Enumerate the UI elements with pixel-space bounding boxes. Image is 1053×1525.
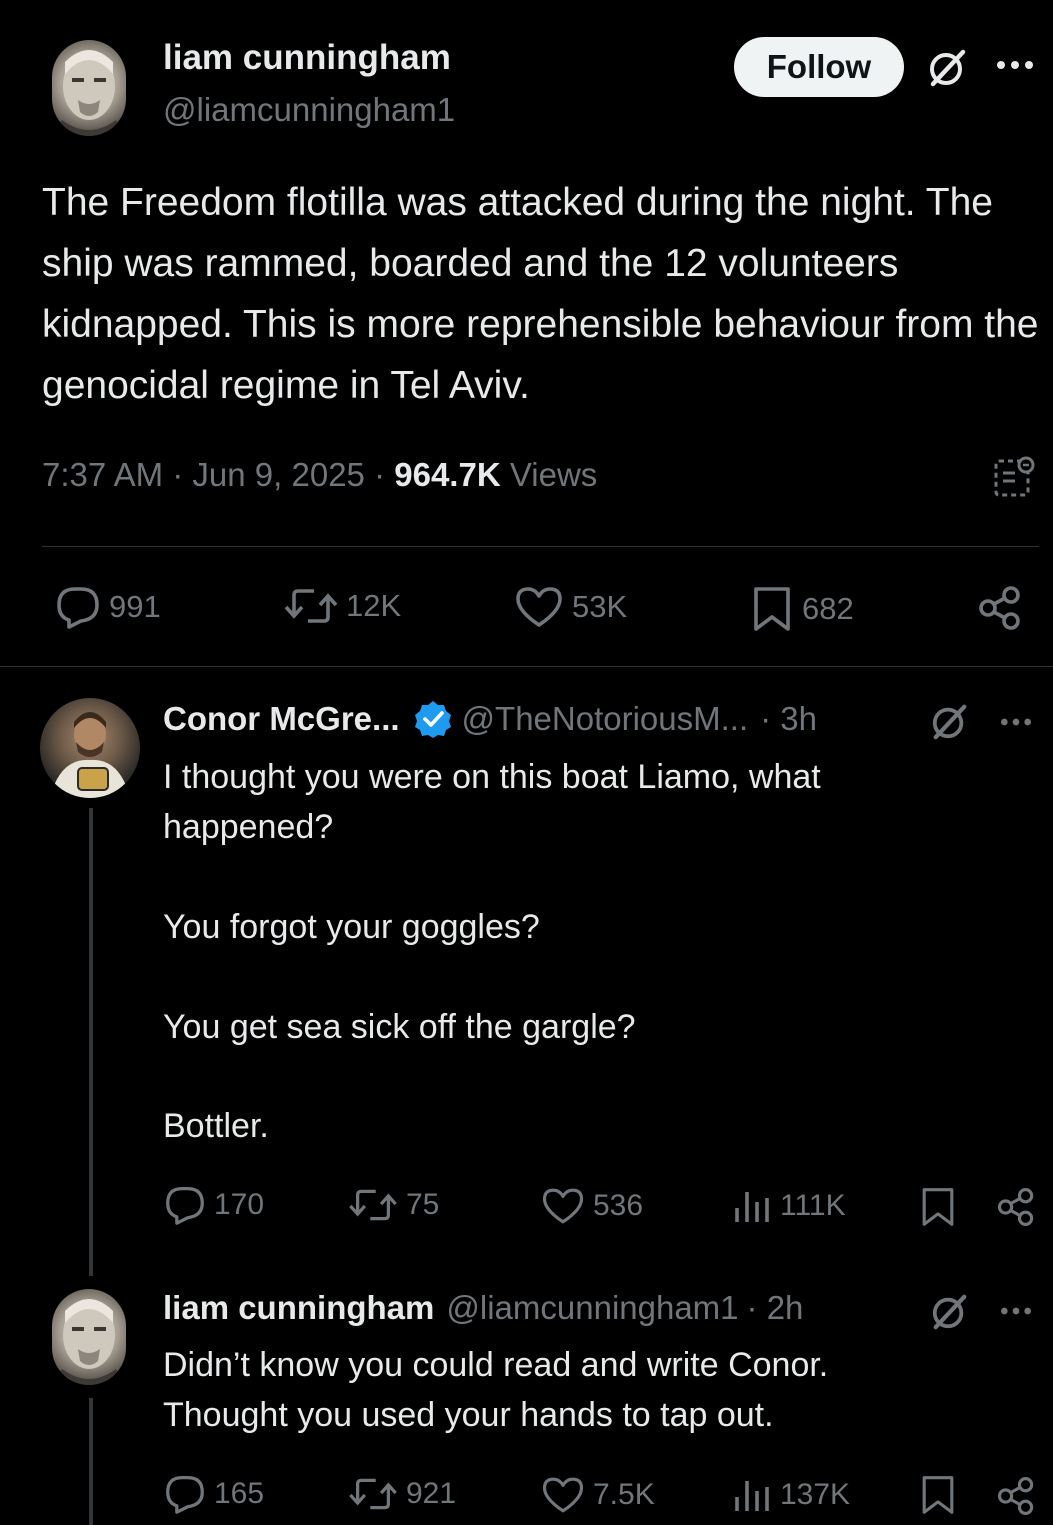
- more-icon[interactable]: [997, 1297, 1035, 1325]
- thread-line: [89, 808, 93, 1276]
- tweet-page: liam cunningham @liamcunningham1 Follow …: [0, 0, 1053, 1525]
- reply-text: I thought you were on this boat Liamo, w…: [163, 752, 923, 852]
- tweet-date[interactable]: Jun 9, 2025: [192, 456, 364, 493]
- bookmark-button[interactable]: 682: [750, 585, 854, 633]
- views-icon: [735, 1192, 769, 1222]
- reply-text: You get sea sick off the gargle?: [163, 1002, 1023, 1052]
- share-icon: [997, 1188, 1034, 1226]
- share-button[interactable]: [994, 1186, 1038, 1228]
- heart-icon: [542, 1188, 584, 1224]
- reply-author-name[interactable]: Conor McGre...: [163, 700, 400, 738]
- reply-line: You forgot your goggles?: [163, 908, 540, 946]
- reply-button[interactable]: 170: [164, 1185, 264, 1225]
- heart-icon: [516, 587, 562, 627]
- reply-text: You forgot your goggles?: [163, 902, 1023, 952]
- like-button[interactable]: 7.5K: [541, 1475, 655, 1515]
- repost-button[interactable]: 921: [348, 1475, 456, 1513]
- reply-icon: [166, 1476, 204, 1514]
- reply-header: Conor McGre... @TheNotoriousM... · 3h: [163, 700, 817, 738]
- reply-time[interactable]: · 2h: [747, 1289, 804, 1327]
- like-count: 536: [593, 1189, 644, 1222]
- reply-line: You get sea sick off the gargle?: [163, 1008, 636, 1046]
- author-handle[interactable]: @liamcunningham1: [163, 91, 455, 129]
- heart-icon: [542, 1477, 584, 1513]
- reply-author-handle[interactable]: @liamcunningham1: [446, 1289, 738, 1327]
- repost-icon: [284, 589, 338, 623]
- share-icon: [997, 1477, 1034, 1515]
- author-name[interactable]: liam cunningham: [163, 38, 451, 78]
- share-button[interactable]: [976, 585, 1024, 631]
- grok-icon[interactable]: [926, 1292, 972, 1332]
- avatar[interactable]: [52, 40, 126, 136]
- more-icon[interactable]: [995, 50, 1035, 80]
- repost-button[interactable]: 12K: [284, 585, 401, 627]
- reply-text: Bottler.: [163, 1101, 1023, 1151]
- reply-header: liam cunningham @liamcunningham1 · 2h: [163, 1289, 803, 1327]
- repost-count: 921: [406, 1477, 457, 1510]
- share-icon: [979, 586, 1020, 630]
- thread-line: [89, 1398, 93, 1525]
- repost-icon: [349, 1478, 397, 1510]
- reply-button[interactable]: 991: [55, 585, 161, 629]
- views-count: 111K: [780, 1189, 846, 1222]
- like-count: 53K: [572, 589, 628, 624]
- verified-badge-icon: [414, 700, 452, 738]
- repost-count: 75: [406, 1188, 440, 1221]
- tweet-meta: 7:37 AM · Jun 9, 2025 · 964.7K Views: [42, 456, 597, 494]
- reply-icon: [166, 1187, 204, 1225]
- reply-text: Didn’t know you could read and write Con…: [163, 1340, 953, 1440]
- like-count: 7.5K: [593, 1478, 655, 1511]
- views-count: 137K: [780, 1478, 851, 1511]
- bookmark-count: 682: [802, 591, 854, 626]
- avatar[interactable]: [52, 1289, 126, 1385]
- reply-count: 170: [214, 1188, 265, 1221]
- views-count: 964.7K: [394, 456, 501, 493]
- views-button[interactable]: 137K: [732, 1475, 850, 1515]
- tweet-text: The Freedom flotilla was attacked during…: [42, 181, 1039, 407]
- follow-button[interactable]: Follow: [734, 37, 904, 97]
- reply-author-handle[interactable]: @TheNotoriousM...: [462, 700, 749, 738]
- reply-author-name[interactable]: liam cunningham: [163, 1289, 434, 1327]
- repost-count: 12K: [346, 588, 402, 623]
- repost-button[interactable]: 75: [348, 1186, 439, 1224]
- views-label: Views: [509, 456, 598, 493]
- reply-icon: [57, 587, 99, 629]
- repost-icon: [349, 1189, 397, 1221]
- divider: [0, 666, 1053, 667]
- community-notes-icon[interactable]: [992, 454, 1038, 500]
- reply-count: 165: [214, 1477, 265, 1510]
- separator: ·: [374, 456, 395, 493]
- bookmark-button[interactable]: [918, 1184, 958, 1230]
- views-button[interactable]: 111K: [732, 1186, 846, 1226]
- reply-button[interactable]: 165: [164, 1474, 264, 1514]
- like-button[interactable]: 536: [541, 1186, 643, 1226]
- tweet-time[interactable]: 7:37 AM: [42, 456, 163, 493]
- grok-icon[interactable]: [926, 702, 972, 742]
- reply-line: Didn’t know you could read and write Con…: [163, 1346, 829, 1434]
- reply-line: Bottler.: [163, 1107, 269, 1145]
- avatar[interactable]: [40, 698, 140, 798]
- grok-icon[interactable]: [924, 48, 970, 88]
- bookmark-button[interactable]: [918, 1472, 958, 1518]
- share-button[interactable]: [994, 1475, 1038, 1517]
- reply-line: I thought you were on this boat Liamo, w…: [163, 758, 821, 846]
- more-icon[interactable]: [997, 708, 1035, 736]
- divider: [42, 546, 1039, 547]
- separator: ·: [172, 456, 193, 493]
- bookmark-icon: [922, 1188, 954, 1226]
- reply-time[interactable]: · 3h: [760, 700, 817, 738]
- reply-count: 991: [109, 589, 161, 624]
- like-button[interactable]: 53K: [514, 585, 627, 629]
- views-icon: [735, 1481, 769, 1511]
- bookmark-icon: [754, 587, 790, 631]
- bookmark-icon: [922, 1476, 954, 1514]
